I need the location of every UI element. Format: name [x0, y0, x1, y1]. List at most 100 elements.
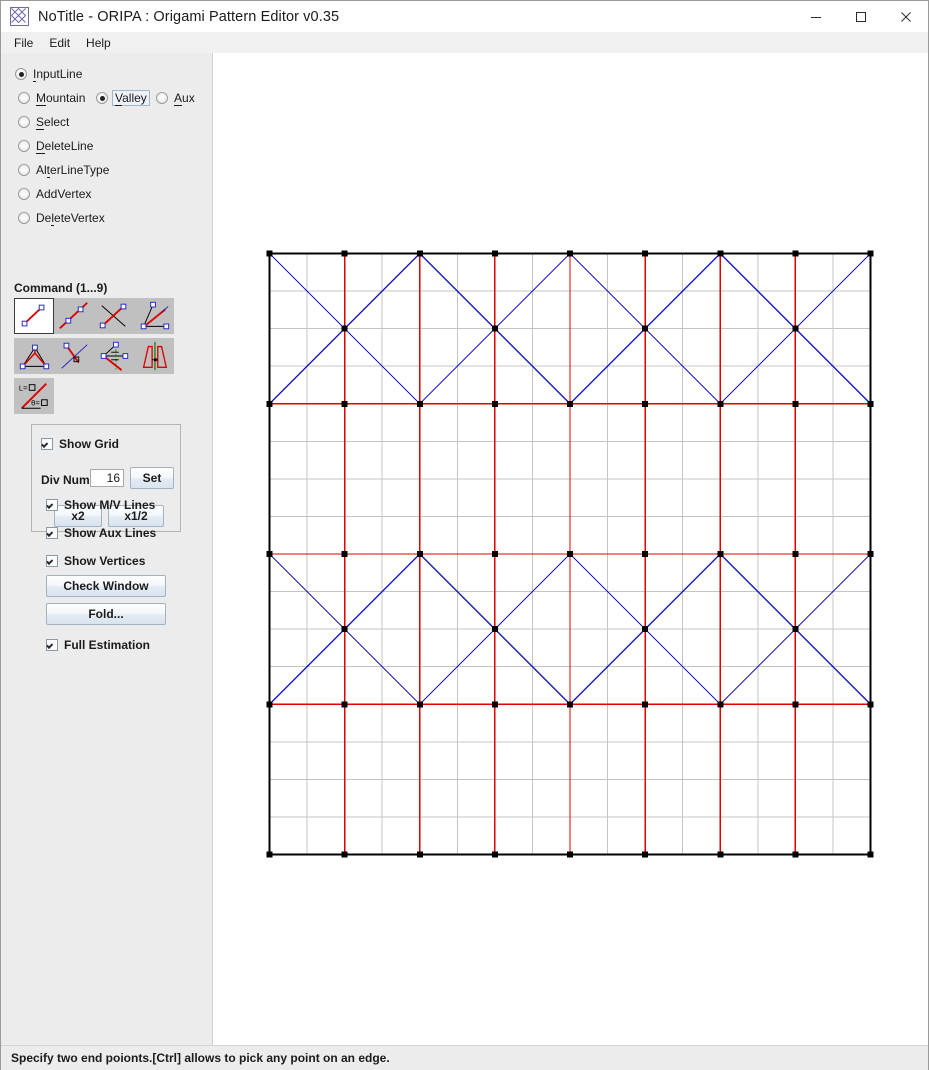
grid-settings-group: Show Grid Div Num 16 Set x2 x1/2 [31, 424, 181, 532]
vertex-marker [266, 551, 273, 557]
command-button-angle-bisector[interactable] [134, 298, 174, 334]
svg-text:L=: L= [19, 383, 28, 392]
mode-radio-inputline[interactable]: InputLine [15, 66, 82, 82]
command-section-title: Command (1...9) [14, 281, 108, 295]
mode-radio-alterlinetype[interactable]: AlterLineType [18, 162, 109, 178]
pattern-canvas[interactable] [213, 53, 928, 1045]
vertex-marker [792, 626, 799, 633]
show-aux-lines-checkbox[interactable]: Show Aux Lines [46, 525, 156, 540]
checkbox-box [46, 526, 58, 539]
show-vertices-label: Show Vertices [64, 553, 146, 568]
radio-indicator [96, 92, 108, 104]
vertex-marker [491, 400, 498, 407]
menu-bar: File Edit Help [1, 32, 928, 54]
vertex-marker [867, 551, 874, 557]
mode-radio-mountain[interactable]: Mountain [18, 90, 85, 106]
radio-indicator [18, 116, 30, 128]
vertex-marker [491, 325, 498, 332]
mode-radio-valley[interactable]: Valley [96, 90, 150, 106]
full-estimation-checkbox[interactable]: Full Estimation [46, 637, 150, 652]
vertex-marker [717, 701, 724, 708]
menu-edit[interactable]: Edit [42, 34, 77, 52]
checkbox-box [41, 437, 53, 450]
vertex-marker [717, 250, 724, 257]
vertex-marker [416, 400, 423, 407]
check-window-button[interactable]: Check Window [46, 575, 166, 597]
vertex-marker [642, 325, 649, 332]
vertex-marker [792, 551, 799, 557]
tool-panel: InputLine Mountain Valley Aux Select DeleteLi… [1, 53, 213, 1045]
title-bar: NoTitle - ORIPA : Origami Pattern Editor… [1, 1, 928, 33]
mode-radio-label: Mountain [36, 91, 86, 106]
checkbox-box [46, 554, 58, 567]
vertex-marker [717, 851, 724, 858]
window-title: NoTitle - ORIPA : Origami Pattern Editor… [38, 8, 340, 25]
vertex-marker [867, 701, 874, 708]
vertex-marker [341, 551, 348, 557]
close-button[interactable] [883, 1, 928, 32]
mode-radio-aux[interactable]: Aux [156, 90, 195, 106]
mode-radio-label: AddVertex [36, 187, 92, 201]
command-button-symmetric-line[interactable] [94, 338, 134, 374]
mode-radio-label: Valley [112, 90, 150, 106]
radio-indicator [15, 68, 27, 80]
set-button[interactable]: Set [130, 467, 174, 489]
mode-radio-label: AlterLineType [36, 163, 110, 178]
status-bar: Specify two end poionts.[Ctrl] allows to… [1, 1045, 928, 1070]
show-grid-label: Show Grid [59, 436, 119, 451]
mode-radio-addvertex[interactable]: AddVertex [18, 186, 91, 202]
vertex-marker [266, 250, 273, 257]
vertex-marker [341, 626, 348, 633]
vertex-marker [792, 400, 799, 407]
vertex-marker [266, 851, 273, 858]
vertex-marker [491, 250, 498, 257]
vertex-marker [867, 851, 874, 858]
vertex-marker [341, 400, 348, 407]
command-button-mirror-copy[interactable] [134, 338, 174, 374]
vertex-marker [491, 701, 498, 708]
maximize-button[interactable] [838, 1, 883, 32]
mode-radio-label: InputLine [33, 67, 83, 82]
command-button-line-through-points[interactable] [54, 298, 94, 334]
vertex-marker [341, 701, 348, 708]
mode-radio-deleteline[interactable]: DeleteLine [18, 138, 93, 154]
vertex-marker [567, 701, 573, 708]
mode-radio-label: DeleteVertex [36, 211, 105, 226]
mode-radio-label: Select [36, 115, 70, 130]
status-message: Specify two end poionts.[Ctrl] allows to… [11, 1051, 390, 1065]
fold-button[interactable]: Fold... [46, 603, 166, 625]
vertex-marker [717, 400, 724, 407]
mode-radio-deletevertex[interactable]: DeleteVertex [18, 210, 105, 226]
mode-radio-label: Aux [174, 91, 195, 106]
vertex-marker [792, 701, 799, 708]
vertex-marker [567, 851, 573, 858]
vertex-marker [867, 400, 874, 407]
menu-file[interactable]: File [7, 34, 40, 52]
command-button-line-to-crossing[interactable] [94, 298, 134, 334]
svg-text:θ=: θ= [31, 398, 40, 407]
vertex-marker [567, 400, 573, 407]
vertex-marker [792, 250, 799, 257]
minimize-button[interactable] [793, 1, 838, 32]
command-button-two-points-line[interactable] [14, 298, 54, 334]
div-num-input[interactable]: 16 [90, 469, 124, 487]
vertex-marker [416, 551, 423, 557]
vertex-marker [341, 250, 348, 257]
command-button-perpendicular-line[interactable] [54, 338, 94, 374]
vertex-marker [491, 851, 498, 858]
vertex-marker [567, 250, 573, 257]
radio-indicator [18, 92, 30, 104]
command-button-triangle-insert[interactable] [14, 338, 54, 374]
radio-indicator [18, 140, 30, 152]
show-vertices-checkbox[interactable]: Show Vertices [46, 553, 145, 568]
command-button-length-angle-input[interactable]: L= θ= [14, 378, 54, 414]
show-aux-lines-label: Show Aux Lines [64, 525, 157, 540]
vertex-marker [567, 551, 573, 557]
show-mv-lines-label: Show M/V Lines [64, 497, 156, 512]
menu-help[interactable]: Help [79, 34, 118, 52]
radio-indicator [18, 188, 30, 200]
show-mv-lines-checkbox[interactable]: Show M/V Lines [46, 497, 155, 512]
show-grid-checkbox[interactable]: Show Grid [41, 436, 119, 451]
vertex-marker [266, 400, 273, 407]
mode-radio-select[interactable]: Select [18, 114, 69, 130]
